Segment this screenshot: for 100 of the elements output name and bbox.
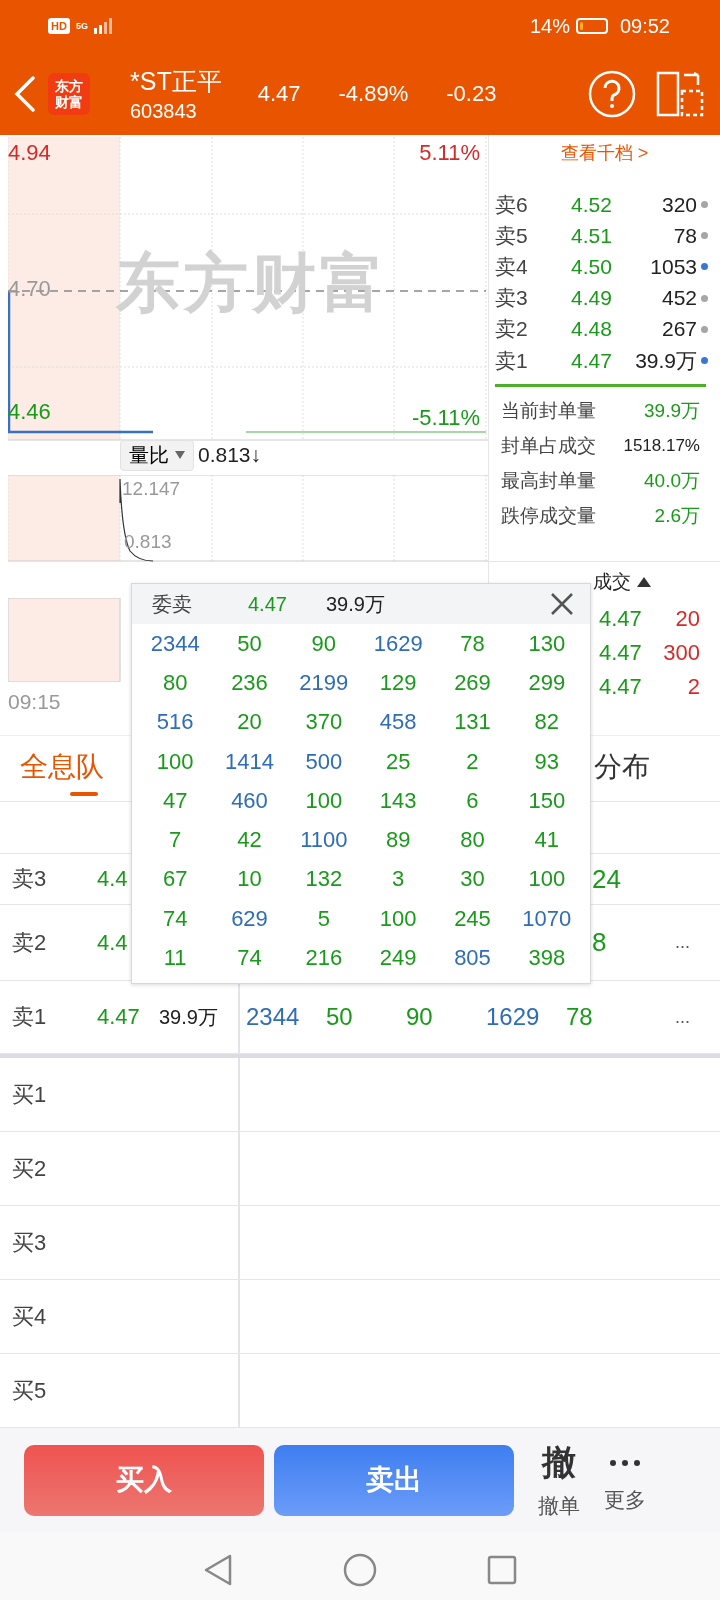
order-size: 245	[453, 904, 492, 933]
back-icon[interactable]	[14, 75, 36, 112]
close-icon[interactable]	[550, 592, 574, 616]
ask-volume: 452	[660, 286, 697, 311]
order-size: 100	[155, 747, 195, 776]
order-size: 11	[162, 944, 188, 972]
stat-value: 1518.17%	[623, 435, 700, 456]
view-depth-link[interactable]: 查看千档 >	[489, 135, 720, 169]
ask-price: 4.51	[571, 223, 613, 248]
order-size: 150	[527, 786, 567, 815]
price-mid-label: 4.70	[8, 276, 51, 302]
order-size: 236	[230, 668, 269, 697]
order-size: 516	[155, 708, 195, 737]
ask-level: 卖1	[495, 347, 529, 374]
order-size: 89	[384, 826, 412, 855]
trade-price: 4.47	[599, 606, 642, 633]
sort-up-icon[interactable]	[637, 577, 651, 588]
order-size: 90	[310, 629, 338, 658]
trades-title: 成交	[593, 570, 631, 595]
order-size: 2344	[246, 1003, 301, 1031]
order-size: 129	[378, 668, 418, 697]
order-size: 50	[326, 1003, 354, 1031]
stat-label: 当前封单量	[501, 398, 597, 423]
queue-price: 4.4	[97, 866, 129, 892]
queue-price: 4.47	[97, 1004, 141, 1030]
order-size: 50	[236, 629, 263, 658]
order-size: 629	[230, 904, 269, 933]
more-button[interactable]: 更多	[604, 1446, 646, 1514]
order-size: 74	[161, 904, 189, 933]
indicator-value: 0.813↓	[198, 443, 262, 467]
cancel-order-button[interactable]: 撤 撤单	[538, 1440, 580, 1520]
ask-price: 4.49	[571, 286, 613, 311]
queue-level: 卖3	[11, 865, 48, 893]
order-size: 80	[459, 826, 486, 855]
order-size: 78	[459, 629, 486, 658]
battery-percent: 14%	[529, 14, 570, 38]
queue-level: 买3	[11, 1228, 48, 1257]
order-size: 2199	[298, 668, 350, 697]
order-size: 805	[453, 944, 492, 972]
ask-price: 4.52	[571, 192, 613, 217]
order-size: 25	[384, 747, 412, 776]
screen-switch-icon[interactable]	[656, 70, 704, 117]
stat-label: 封单占成交	[501, 433, 597, 458]
ask-level: 卖6	[495, 191, 529, 218]
ask-volume: 267	[660, 317, 697, 342]
order-size: 1070	[521, 904, 573, 933]
order-size: 2344	[149, 629, 201, 658]
tab[interactable]: 全息队	[20, 739, 104, 798]
popup-price: 4.47	[248, 592, 288, 616]
order-size: 6	[465, 786, 480, 815]
back-nav-icon[interactable]	[203, 1553, 233, 1587]
more-orders-label[interactable]: ...	[675, 932, 690, 953]
recents-nav-icon[interactable]	[487, 1555, 517, 1585]
order-size: 24	[592, 863, 621, 895]
order-size: 370	[304, 708, 344, 737]
order-size: 47	[161, 786, 189, 815]
percent-high-label: 5.11%	[419, 140, 480, 166]
help-icon[interactable]	[588, 69, 636, 118]
stat-value: 40.0万	[644, 468, 700, 493]
order-size: 131	[453, 708, 492, 737]
order-size: 30	[459, 865, 486, 894]
change-amount: -0.23	[446, 80, 497, 107]
order-size: 130	[527, 629, 567, 658]
order-size: 100	[378, 904, 418, 933]
trade-price: 4.47	[599, 640, 642, 667]
order-size: 78	[566, 1003, 594, 1031]
queue-level: 买1	[11, 1080, 48, 1109]
stat-label: 跌停成交量	[501, 503, 597, 528]
price-high-label: 4.94	[8, 140, 51, 166]
order-size: 143	[378, 786, 418, 815]
order-size: 398	[527, 944, 567, 972]
queue-level: 卖2	[11, 928, 48, 957]
ask-level: 卖3	[495, 285, 529, 312]
more-orders-label[interactable]: ...	[675, 1006, 690, 1028]
queue-level: 卖1	[11, 1003, 48, 1031]
battery-icon	[575, 18, 608, 34]
caret-icon	[175, 451, 185, 459]
order-size: 100	[304, 786, 344, 815]
home-nav-icon[interactable]	[343, 1553, 377, 1587]
queue-level: 买5	[11, 1376, 48, 1405]
stock-name: *ST正平	[130, 65, 222, 97]
tab[interactable]: 分布	[594, 739, 650, 798]
queue-volume: 39.9万	[159, 1004, 218, 1030]
order-size: 2	[465, 747, 480, 776]
change-percent: -4.89%	[338, 80, 409, 107]
ask-volume: 320	[660, 192, 697, 217]
indicator-dropdown[interactable]: 量比	[120, 439, 194, 471]
ask-level: 卖5	[495, 222, 529, 249]
trade-volume: 300	[662, 640, 700, 667]
order-size: 80	[161, 668, 189, 697]
trade-volume: 2	[686, 674, 700, 701]
order-size: 249	[378, 944, 418, 972]
ask-level: 卖2	[495, 316, 529, 343]
ask-volume: 78	[672, 223, 697, 248]
percent-low-label: -5.11%	[411, 405, 480, 431]
order-size: 500	[304, 747, 344, 776]
queue-level: 买2	[11, 1154, 48, 1183]
hd-badge: HD	[48, 18, 70, 34]
ask-price: 4.50	[571, 254, 613, 279]
popup-title: 委卖	[152, 591, 193, 617]
